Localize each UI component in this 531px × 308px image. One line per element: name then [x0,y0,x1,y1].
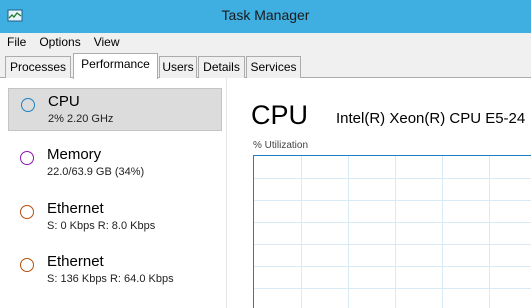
sidebar-item-stats: 2% 2.20 GHz [48,113,114,125]
tab-strip: Processes Performance Users Details Serv… [0,52,531,79]
menu-bar: File Options View [0,33,531,52]
ethernet-circle-icon [20,205,34,219]
sidebar-item-label: Ethernet [47,200,104,217]
sidebar-item-label: Ethernet [47,253,104,270]
grid-line [254,222,531,223]
ethernet-circle-icon [20,258,34,272]
memory-circle-icon [20,151,34,165]
graph-label: % Utilization [253,140,309,151]
tab-users[interactable]: Users [159,56,197,78]
resource-sidebar: CPU 2% 2.20 GHz Memory 22.0/63.9 GB (34%… [0,78,227,308]
cpu-model-name: Intel(R) Xeon(R) CPU E5-24 [336,110,526,127]
sidebar-item-label: Memory [47,146,102,163]
menu-view[interactable]: View [87,33,126,52]
grid-line [254,266,531,267]
sidebar-item-cpu[interactable]: CPU 2% 2.20 GHz [8,88,222,131]
sidebar-item-stats: S: 136 Kbps R: 64.0 Kbps [47,273,174,285]
sidebar-item-ethernet-1[interactable]: Ethernet S: 0 Kbps R: 8.0 Kbps [8,196,222,239]
cpu-circle-icon [21,98,35,112]
page-title: CPU [251,100,309,130]
grid-line [254,178,531,179]
utilization-graph [253,155,531,308]
tab-details[interactable]: Details [198,56,245,78]
sidebar-item-ethernet-2[interactable]: Ethernet S: 136 Kbps R: 64.0 Kbps [8,249,222,292]
sidebar-item-stats: 22.0/63.9 GB (34%) [47,166,145,178]
title-bar[interactable]: Task Manager [0,0,531,33]
sidebar-item-label: CPU [48,93,80,110]
menu-file[interactable]: File [0,33,32,52]
tab-performance[interactable]: Performance [73,53,158,79]
grid-line [254,200,531,201]
grid-line [254,288,531,289]
menu-options[interactable]: Options [32,33,86,52]
window-title: Task Manager [221,7,310,23]
sidebar-item-memory[interactable]: Memory 22.0/63.9 GB (34%) [8,142,222,185]
sidebar-item-stats: S: 0 Kbps R: 8.0 Kbps [47,220,156,232]
detail-pane: CPU Intel(R) Xeon(R) CPU E5-24 % Utiliza… [228,78,531,308]
grid-line [254,244,531,245]
tab-processes[interactable]: Processes [5,56,71,78]
tab-services[interactable]: Services [246,56,301,78]
performance-panel: CPU 2% 2.20 GHz Memory 22.0/63.9 GB (34%… [0,78,531,308]
